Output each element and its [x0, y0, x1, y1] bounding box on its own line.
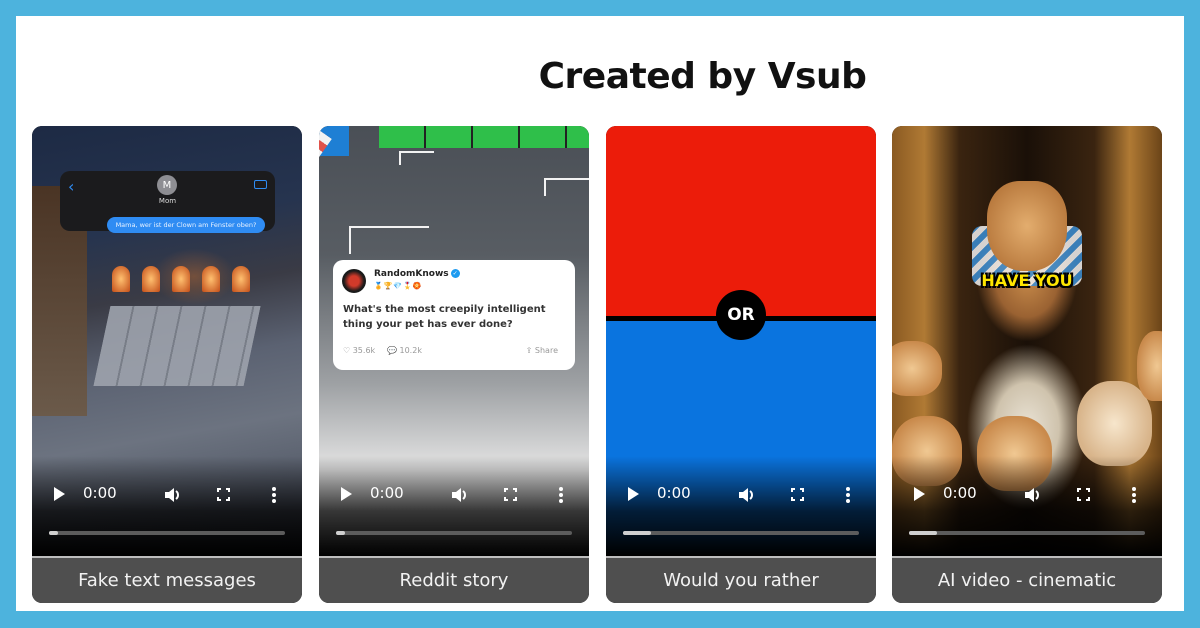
avatar [342, 269, 366, 293]
likes-count: ♡ 35.6k [343, 346, 376, 355]
play-icon[interactable] [628, 487, 639, 501]
video-card-would-you-rather: OR 0:00 Would you rather [606, 126, 876, 603]
post-username: RandomKnows [374, 269, 449, 279]
or-badge: OR [716, 290, 766, 340]
content-panel: Created by Vsub ‹ M Mom Mama, wer ist de… [16, 16, 1184, 611]
fullscreen-icon[interactable] [504, 488, 517, 501]
time-display: 0:00 [83, 484, 117, 502]
more-options-icon[interactable] [272, 486, 276, 504]
volume-icon[interactable] [1023, 486, 1043, 504]
share-label: ⇪ Share [525, 346, 558, 355]
chat-overlay: ‹ M Mom Mama, wer ist der Clown am Fenst… [60, 171, 275, 233]
player-controls: 0:00 [32, 456, 302, 556]
reddit-post-card: RandomKnows ✓ 🏅🏆💎🎖️🏵️ What's the most cre… [333, 260, 575, 370]
play-icon[interactable] [914, 487, 925, 501]
contact-name: Mom [158, 197, 177, 205]
video-call-icon [254, 180, 267, 189]
play-icon[interactable] [54, 487, 65, 501]
player-controls: 0:00 [606, 456, 876, 556]
progress-bar[interactable] [336, 531, 572, 535]
subtitle-caption: HAVE YOU [981, 271, 1073, 290]
fullscreen-icon[interactable] [217, 488, 230, 501]
video-player[interactable]: HAVE YOU 0:00 [892, 126, 1162, 556]
volume-icon[interactable] [163, 486, 183, 504]
video-card-reddit-story: RandomKnows ✓ 🏅🏆💎🎖️🏵️ What's the most cre… [319, 126, 589, 603]
progress-bar[interactable] [49, 531, 285, 535]
award-badges: 🏅🏆💎🎖️🏵️ [374, 282, 423, 290]
verified-icon: ✓ [450, 269, 460, 278]
volume-icon[interactable] [450, 486, 470, 504]
card-label: Reddit story [319, 556, 589, 603]
avatar: M [157, 175, 177, 195]
video-player[interactable]: ‹ M Mom Mama, wer ist der Clown am Fenst… [32, 126, 302, 556]
more-options-icon[interactable] [1132, 486, 1136, 504]
card-label: Fake text messages [32, 556, 302, 603]
option-a-panel [606, 126, 876, 316]
more-options-icon[interactable] [846, 486, 850, 504]
card-label: AI video - cinematic [892, 556, 1162, 603]
volume-icon[interactable] [737, 486, 757, 504]
video-player[interactable]: RandomKnows ✓ 🏅🏆💎🎖️🏵️ What's the most cre… [319, 126, 589, 556]
fullscreen-icon[interactable] [791, 488, 804, 501]
more-options-icon[interactable] [559, 486, 563, 504]
video-player[interactable]: OR 0:00 [606, 126, 876, 556]
time-display: 0:00 [943, 484, 977, 502]
comments-count: 💬 10.2k [387, 346, 422, 355]
progress-bar[interactable] [623, 531, 859, 535]
video-card-fake-text: ‹ M Mom Mama, wer ist der Clown am Fenst… [32, 126, 302, 603]
message-bubble: Mama, wer ist der Clown am Fenster oben? [107, 217, 265, 233]
time-display: 0:00 [370, 484, 404, 502]
player-controls: 0:00 [319, 456, 589, 556]
fullscreen-icon[interactable] [1077, 488, 1090, 501]
time-display: 0:00 [657, 484, 691, 502]
post-text: What's the most creepily intelligent thi… [343, 304, 546, 330]
video-card-ai-cinematic: HAVE YOU 0:00 AI video - cinematic [892, 126, 1162, 603]
play-icon[interactable] [341, 487, 352, 501]
progress-bar[interactable] [909, 531, 1145, 535]
card-label: Would you rather [606, 556, 876, 603]
player-controls: 0:00 [892, 456, 1162, 556]
page-title: Created by Vsub [538, 56, 867, 97]
back-icon: ‹ [68, 177, 75, 196]
